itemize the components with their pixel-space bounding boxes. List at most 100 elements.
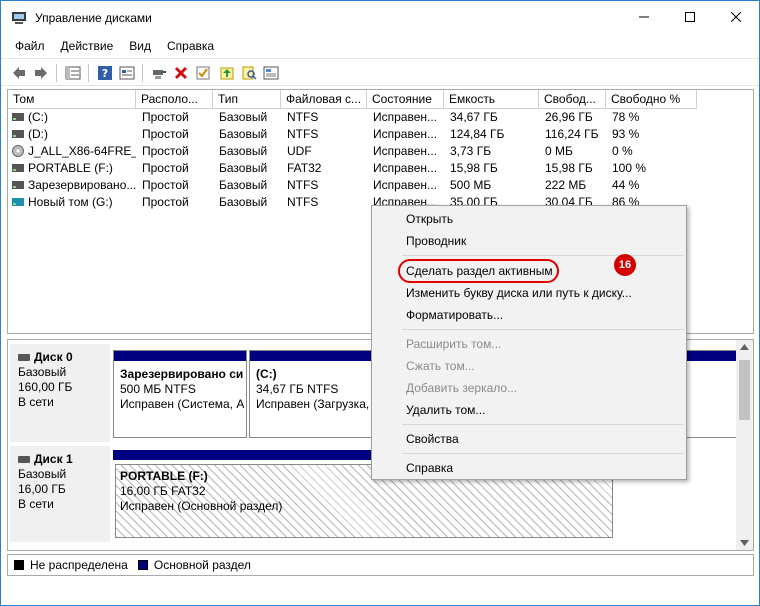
back-arrow-icon: [13, 67, 25, 79]
connect-icon: [153, 70, 166, 79]
svg-text:?: ?: [102, 67, 108, 80]
menu-separator: [402, 424, 684, 425]
menu-item-delete[interactable]: Удалить том...: [406, 399, 485, 421]
menu-item-help[interactable]: Справка: [406, 457, 453, 479]
disk-state: В сети: [18, 497, 54, 511]
partition-name: Зарезервировано си: [120, 367, 244, 381]
volume-row[interactable]: (C:) Простой Базовый NTFS Исправен... 34…: [8, 109, 753, 126]
forward-button[interactable]: [31, 63, 51, 83]
disk-1-label[interactable]: Диск 1 Базовый 16,00 ГБ В сети: [10, 446, 110, 542]
menu-help[interactable]: Справка: [159, 36, 222, 56]
column-header-free-percent[interactable]: Свободно %: [606, 90, 697, 109]
toolbar-separator: [142, 64, 143, 82]
disk-icon: [18, 354, 30, 361]
volume-layout: Простой: [142, 144, 189, 158]
toolbar: ?: [1, 58, 759, 86]
column-header-type[interactable]: Тип: [213, 90, 281, 109]
menu-item-open[interactable]: Открыть: [406, 208, 453, 230]
properties-icon: [119, 66, 135, 80]
disk-area-scrollbar[interactable]: [736, 340, 753, 550]
menu-item-format[interactable]: Форматировать...: [406, 304, 503, 326]
volume-layout: Простой: [142, 178, 189, 192]
column-header-status[interactable]: Состояние: [367, 90, 444, 109]
back-button[interactable]: [9, 63, 29, 83]
volume-status: Исправен...: [373, 127, 438, 141]
partition-reserved[interactable]: Зарезервировано си 500 МБ NTFS Исправен …: [113, 350, 247, 438]
menu-item-change-letter[interactable]: Изменить букву диска или путь к диску...: [406, 282, 632, 304]
drive-icon: [12, 113, 24, 121]
column-header-free[interactable]: Свобод...: [539, 90, 606, 109]
disk-0-label[interactable]: Диск 0 Базовый 160,00 ГБ В сети: [10, 344, 110, 442]
disk-icon: [18, 456, 30, 463]
view-button[interactable]: [261, 63, 281, 83]
volume-type: Базовый: [219, 161, 268, 175]
toolbar-separator: [56, 64, 57, 82]
volume-name: (C:): [28, 110, 48, 124]
volume-type: Базовый: [219, 110, 268, 124]
connect-button[interactable]: [149, 63, 169, 83]
volume-capacity: 3,73 ГБ: [450, 144, 492, 158]
search-icon: [242, 66, 257, 80]
column-header-volume[interactable]: Том: [8, 90, 136, 109]
menu-view[interactable]: Вид: [121, 36, 159, 56]
legend-label-unallocated: Не распределена: [30, 558, 128, 572]
disk-size: 160,00 ГБ: [18, 380, 73, 394]
volume-type: Базовый: [219, 144, 268, 158]
volume-status: Исправен...: [373, 144, 438, 158]
legend-swatch-unallocated: [14, 560, 24, 570]
scroll-thumb[interactable]: [739, 360, 750, 420]
volume-free: 26,96 ГБ: [545, 110, 593, 124]
optical-disc-icon: [12, 145, 24, 157]
properties-button[interactable]: [117, 63, 137, 83]
volume-free: 0 МБ: [545, 144, 573, 158]
volume-free-percent: 100 %: [612, 161, 647, 175]
close-button[interactable]: [713, 1, 759, 33]
volume-filesystem: NTFS: [287, 195, 319, 209]
volume-row[interactable]: J_ALL_X86-64FRE_... Простой Базовый UDF …: [8, 143, 753, 160]
volume-layout: Простой: [142, 195, 189, 209]
menu-item-explorer[interactable]: Проводник: [406, 230, 466, 252]
volume-layout: Простой: [142, 127, 189, 141]
column-header-filesystem[interactable]: Файловая с...: [281, 90, 367, 109]
view-icon: [263, 66, 279, 80]
menu-separator: [402, 255, 684, 256]
disk-title: Диск 0: [18, 350, 110, 365]
window-title: Управление дисками: [35, 11, 152, 25]
column-header-layout[interactable]: Располо...: [136, 90, 213, 109]
check-button[interactable]: [193, 63, 213, 83]
minimize-button[interactable]: [621, 1, 667, 33]
delete-button[interactable]: [171, 63, 191, 83]
volume-status: Исправен...: [373, 178, 438, 192]
volume-row[interactable]: Зарезервировано... Простой Базовый NTFS …: [8, 177, 753, 194]
column-header-capacity[interactable]: Емкость: [444, 90, 539, 109]
partition-size: 500 МБ NTFS: [120, 382, 196, 396]
volume-free-percent: 44 %: [612, 178, 640, 192]
volume-capacity: 500 МБ: [450, 178, 492, 192]
partition-status: Исправен (Система, А: [120, 397, 244, 411]
menu-action[interactable]: Действие: [53, 36, 122, 56]
menu-file[interactable]: Файл: [7, 36, 53, 56]
maximize-button[interactable]: [667, 1, 713, 33]
volume-type: Базовый: [219, 178, 268, 192]
export-button[interactable]: [217, 63, 237, 83]
volume-free-percent: 0 %: [612, 144, 633, 158]
volume-free-percent: 78 %: [612, 110, 640, 124]
volume-name: Зарезервировано...: [28, 178, 136, 192]
volume-type: Базовый: [219, 127, 268, 141]
title-bar[interactable]: Управление дисками: [1, 1, 759, 35]
help-button[interactable]: ?: [95, 63, 115, 83]
volume-name: J_ALL_X86-64FRE_...: [28, 144, 136, 158]
partition-size: 16,00 ГБ FAT32: [120, 484, 206, 498]
disk-management-app-icon: [12, 12, 26, 24]
search-button[interactable]: [239, 63, 259, 83]
volume-row[interactable]: (D:) Простой Базовый NTFS Исправен... 12…: [8, 126, 753, 143]
volume-row[interactable]: PORTABLE (F:) Простой Базовый FAT32 Испр…: [8, 160, 753, 177]
maximize-icon: [685, 12, 695, 22]
context-menu: Открыть Проводник Сделать раздел активны…: [371, 205, 687, 480]
disk-title: Диск 1: [18, 452, 110, 467]
volume-filesystem: FAT32: [287, 161, 322, 175]
disk-list-button[interactable]: [63, 63, 83, 83]
drive-icon: [12, 181, 24, 189]
volume-filesystem: NTFS: [287, 127, 319, 141]
menu-item-properties[interactable]: Свойства: [406, 428, 459, 450]
